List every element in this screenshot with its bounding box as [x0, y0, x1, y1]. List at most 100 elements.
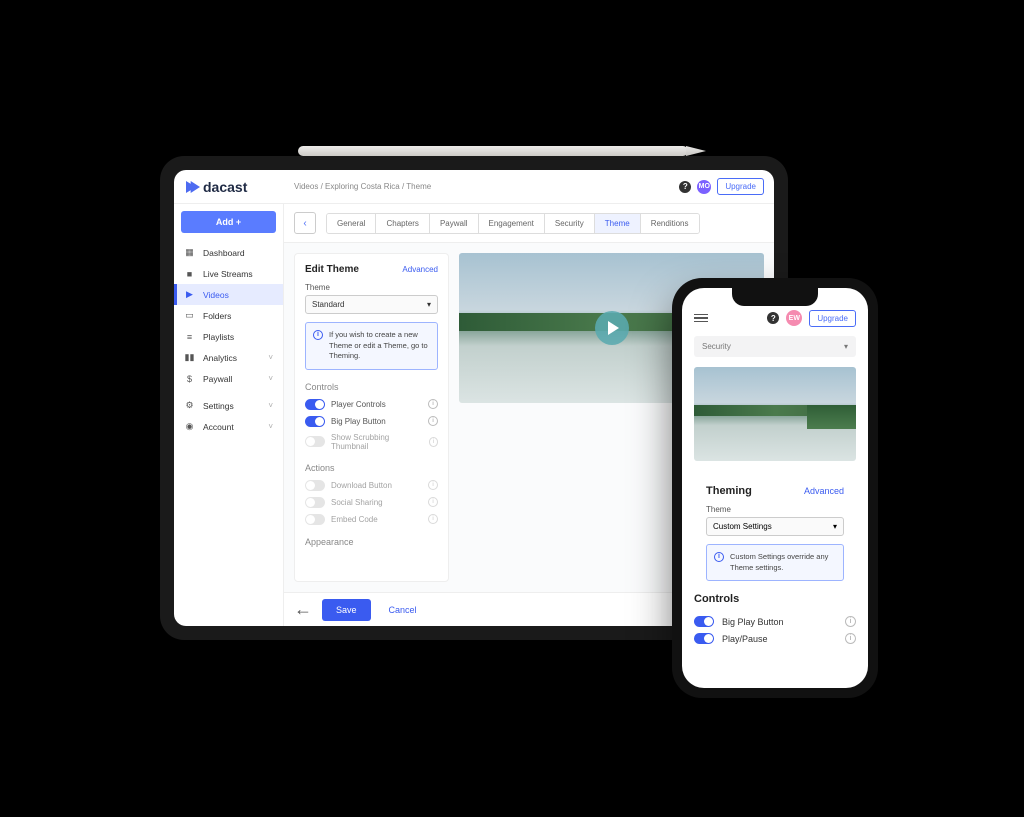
sidebar-item-videos[interactable]: ▶Videos [174, 284, 283, 305]
breadcrumb-title[interactable]: Exploring Costa Rica [325, 182, 400, 191]
breadcrumb[interactable]: Videos / Exploring Costa Rica / Theme [294, 182, 431, 191]
toggle-switch[interactable] [305, 497, 325, 508]
sidebar-item-paywall[interactable]: $Paywall˅ [174, 368, 283, 389]
phone-video-preview[interactable] [694, 367, 856, 461]
toggle-switch[interactable] [305, 399, 325, 410]
info-icon[interactable]: i [845, 633, 856, 644]
sidebar-item-dashboard[interactable]: ▦Dashboard [174, 242, 283, 263]
avatar[interactable]: EW [786, 310, 802, 326]
tab-general[interactable]: General [327, 214, 376, 233]
chevron-down-icon: ˅ [268, 353, 273, 362]
dollar-icon: $ [184, 373, 195, 384]
help-icon[interactable]: ? [767, 312, 779, 324]
chevron-down-icon: ▾ [427, 300, 431, 309]
add-button[interactable]: Add + [181, 211, 276, 233]
breadcrumb-theme: Theme [406, 182, 431, 191]
toggle-switch[interactable] [305, 436, 325, 447]
toggle-switch[interactable] [305, 514, 325, 525]
appearance-section-title: Appearance [305, 537, 438, 547]
toggle-switch[interactable] [305, 480, 325, 491]
tab-theme[interactable]: Theme [595, 214, 641, 233]
tablet-top-bar: dacast Videos / Exploring Costa Rica / T… [174, 170, 774, 204]
list-icon: ≡ [184, 331, 195, 342]
info-icon[interactable]: i [845, 616, 856, 627]
back-arrow-button[interactable]: ← [294, 599, 312, 620]
info-icon[interactable]: i [429, 437, 439, 447]
toggle-player-controls[interactable]: Player Controlsi [305, 399, 438, 410]
phone-section-select[interactable]: Security ▾ [694, 336, 856, 357]
info-icon[interactable]: i [428, 497, 438, 507]
chevron-down-icon: ˅ [268, 401, 273, 410]
controls-section-title: Controls [305, 382, 438, 392]
stylus [298, 146, 688, 156]
panel-title: Edit Theme [305, 264, 359, 275]
hamburger-icon[interactable] [694, 314, 708, 323]
toggle-scrubbing-thumbnail[interactable]: Show Scrubbing Thumbnaili [305, 433, 438, 451]
cancel-button[interactable]: Cancel [381, 599, 425, 621]
upgrade-button[interactable]: Upgrade [717, 178, 764, 195]
sidebar-item-livestreams[interactable]: ■Live Streams [174, 263, 283, 284]
folder-icon: ▭ [184, 310, 195, 321]
advanced-link[interactable]: Advanced [804, 486, 844, 496]
play-icon: ▶ [184, 289, 195, 300]
tab-renditions[interactable]: Renditions [641, 214, 699, 233]
phone-theme-info-notice: i Custom Settings override any Theme set… [706, 544, 844, 581]
sidebar-item-account[interactable]: ◉Account˅ [174, 416, 283, 437]
chevron-down-icon: ˅ [268, 374, 273, 383]
back-button[interactable]: ‹ [294, 212, 316, 234]
sidebar: Add + ▦Dashboard ■Live Streams ▶Videos ▭… [174, 204, 284, 626]
actions-section-title: Actions [305, 463, 438, 473]
brand-logo[interactable]: dacast [174, 170, 284, 203]
toggle-switch[interactable] [305, 416, 325, 427]
phone-toggle-play-pause[interactable]: Play/Pausei [682, 630, 868, 647]
sidebar-item-folders[interactable]: ▭Folders [174, 305, 283, 326]
sidebar-item-analytics[interactable]: ▮▮Analytics˅ [174, 347, 283, 368]
chevron-down-icon: ˅ [268, 422, 273, 431]
sidebar-item-settings[interactable]: ⚙Settings˅ [174, 395, 283, 416]
chevron-down-icon: ▾ [844, 342, 848, 351]
brand-text: dacast [203, 179, 247, 195]
edit-theme-panel: Edit Theme Advanced Theme Standard ▾ i I… [294, 253, 449, 582]
theme-info-notice: i If you wish to create a new Theme or e… [305, 322, 438, 370]
preview-thumbnail [694, 367, 856, 461]
avatar[interactable]: MO [697, 180, 711, 194]
advanced-link[interactable]: Advanced [402, 265, 438, 274]
analytics-icon: ▮▮ [184, 352, 195, 363]
theme-label: Theme [706, 505, 844, 514]
camera-icon: ■ [184, 268, 195, 279]
theme-label: Theme [305, 283, 438, 292]
gear-icon: ⚙ [184, 400, 195, 411]
user-icon: ◉ [184, 421, 195, 432]
upgrade-button[interactable]: Upgrade [809, 310, 856, 327]
chevron-down-icon: ▾ [833, 522, 837, 531]
info-icon[interactable]: i [428, 480, 438, 490]
sidebar-item-playlists[interactable]: ≡Playlists [174, 326, 283, 347]
phone-toggle-big-play[interactable]: Big Play Buttoni [682, 613, 868, 630]
dacast-logo-icon [184, 179, 200, 195]
toggle-download-button[interactable]: Download Buttoni [305, 480, 438, 491]
info-icon[interactable]: i [428, 399, 438, 409]
tab-engagement[interactable]: Engagement [479, 214, 545, 233]
toggle-social-sharing[interactable]: Social Sharingi [305, 497, 438, 508]
tab-security[interactable]: Security [545, 214, 595, 233]
play-button-icon[interactable] [595, 311, 629, 345]
theme-select[interactable]: Standard ▾ [305, 295, 438, 314]
toggle-big-play-button[interactable]: Big Play Buttoni [305, 416, 438, 427]
info-icon[interactable]: i [428, 514, 438, 524]
toggle-embed-code[interactable]: Embed Codei [305, 514, 438, 525]
phone-theme-select[interactable]: Custom Settings ▾ [706, 517, 844, 536]
tab-chapters[interactable]: Chapters [376, 214, 429, 233]
grid-icon: ▦ [184, 247, 195, 258]
info-icon: i [714, 552, 724, 562]
theming-title: Theming [706, 485, 752, 497]
breadcrumb-videos[interactable]: Videos [294, 182, 318, 191]
info-icon[interactable]: i [428, 416, 438, 426]
help-icon[interactable]: ? [679, 181, 691, 193]
toggle-switch[interactable] [694, 616, 714, 627]
save-button[interactable]: Save [322, 599, 371, 621]
tab-paywall[interactable]: Paywall [430, 214, 479, 233]
info-icon: i [313, 330, 323, 340]
phone-screen: ? EW Upgrade Security ▾ Theming Advanced… [682, 288, 868, 688]
toggle-switch[interactable] [694, 633, 714, 644]
phone-device-frame: ? EW Upgrade Security ▾ Theming Advanced… [672, 278, 878, 698]
